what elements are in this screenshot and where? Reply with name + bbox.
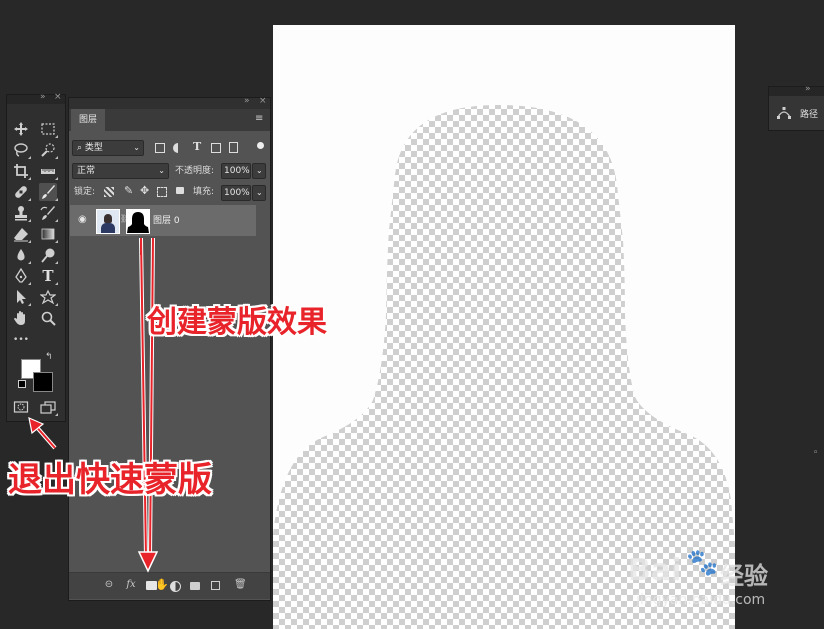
baidu-watermark: Bai 🐾 经验 jingyan.baidu.com (628, 548, 808, 618)
paw-logo-icon: 🐾 (686, 548, 719, 578)
watermark-brand-suffix: 经验 (720, 562, 768, 590)
mask-arrow (137, 237, 159, 573)
watermark-brand: Bai (628, 553, 682, 588)
annotation-exit-quick-mask: 退出快速蒙版 (8, 460, 212, 500)
watermark-url: jingyan.baidu.com (636, 592, 766, 608)
annotation-arrows (28, 237, 159, 573)
quick-mask-arrow (28, 416, 57, 450)
annotation-mask-effect: 创建蒙版效果 (147, 305, 327, 340)
